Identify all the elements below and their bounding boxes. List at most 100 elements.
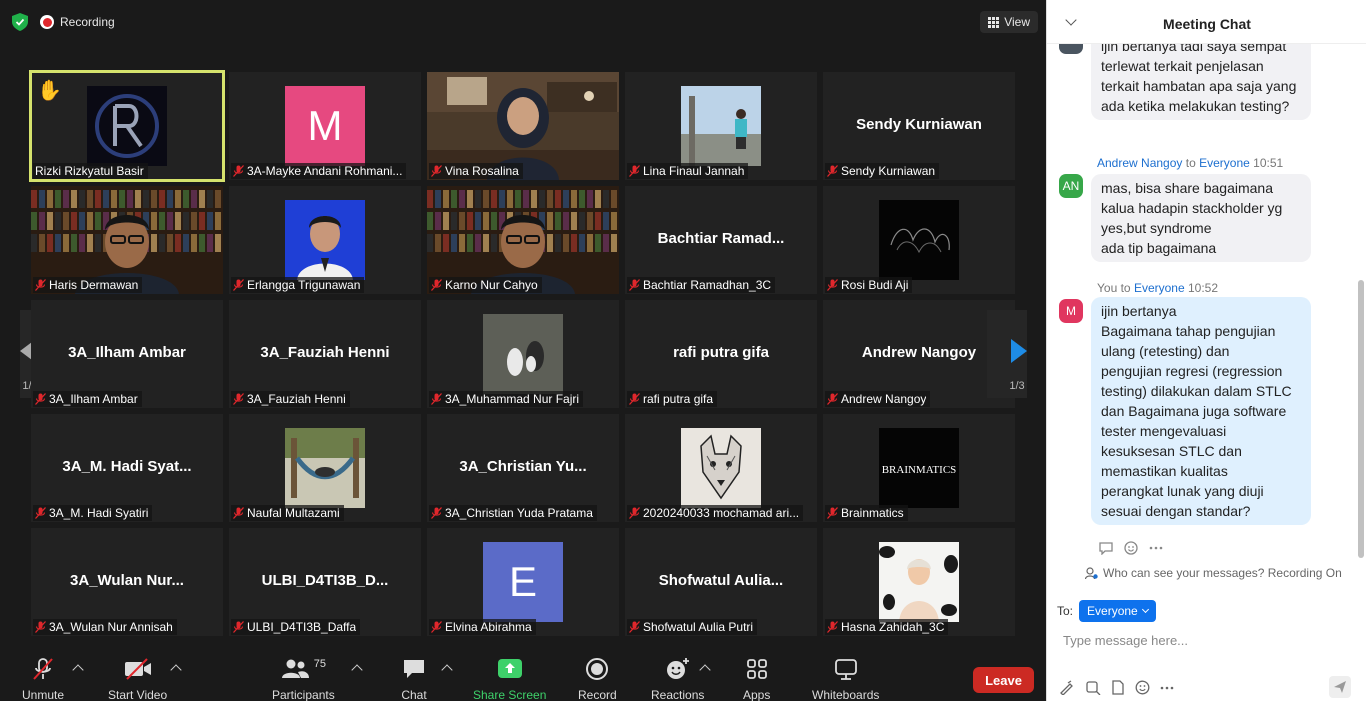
participant-name: Hasna Zahidah_3C [841,620,945,634]
participant-tile[interactable]: 3A_Christian Yu... 3A_Christian Yuda Prat… [427,414,619,522]
reactions-button[interactable]: Reactions [651,656,704,701]
participant-name: 3A_Christian Yuda Pratama [445,506,593,520]
participant-tile[interactable]: Shofwatul Aulia... Shofwatul Aulia Putri [625,528,817,636]
participant-tile[interactable]: M 3A-Mayke Andani Rohmani... [229,72,421,180]
chat-message-bubble[interactable]: mas, bisa share bagaimana kalua hadapin … [1091,174,1311,262]
participant-tile[interactable]: 3A_Wulan Nur... 3A_Wulan Nur Annisah [31,528,223,636]
participant-name: Shofwatul Aulia Putri [643,620,754,634]
emoji-icon[interactable] [1135,680,1150,698]
participant-name: Haris Dermawan [49,278,139,292]
who-can-see-link[interactable]: Who can see your messages? Recording On [1085,566,1342,580]
recording-indicator[interactable]: Recording [40,12,115,32]
chat-message-bubble[interactable]: ijin bertanya Bagaimana tahap pengujian … [1091,297,1311,525]
participant-tile[interactable]: ✋ Rizki Rizkyatul Basir [29,70,225,182]
microphone-muted-icon [431,165,442,177]
start-video-button[interactable]: Start Video [108,656,167,701]
chat-message-meta: You to Everyone 10:52 [1097,281,1218,295]
participant-tile[interactable]: Bachtiar Ramad... Bachtiar Ramadhan_3C [625,186,817,294]
chat-time: 10:52 [1188,281,1219,295]
apps-button[interactable]: Apps [743,656,770,701]
format-text-icon[interactable] [1059,680,1075,698]
participant-name-label: Sendy Kurniawan [825,163,940,179]
record-button[interactable]: Record [578,656,617,701]
send-button[interactable] [1329,676,1351,698]
participant-name-label: 3A_Wulan Nur Annisah [33,619,177,635]
share-screen-button[interactable]: Share Screen [473,656,546,701]
participant-tile[interactable]: E Elvina Abirahma [427,528,619,636]
reply-icon[interactable] [1099,541,1114,558]
participant-tile[interactable]: 3A_M. Hadi Syat... 3A_M. Hadi Syatiri [31,414,223,522]
participant-tile[interactable]: ULBI_D4TI3B_D... ULBI_D4TI3B_Daffa [229,528,421,636]
participant-tile[interactable]: Sendy Kurniawan Sendy Kurniawan [823,72,1015,180]
chat-scrollbar[interactable] [1358,48,1364,560]
unmute-button[interactable]: Unmute [22,656,64,701]
microphone-muted-icon [233,279,244,291]
participant-tile[interactable]: Vina Rosalina [427,72,619,180]
chat-sender[interactable]: Andrew Nangoy [1097,156,1182,170]
microphone-muted-icon [35,279,46,291]
microphone-muted-icon [31,656,55,682]
chat-options-caret[interactable] [441,664,453,676]
participant-name-label: Karno Nur Cahyo [429,277,542,293]
shield-icon[interactable] [12,13,28,31]
start-video-label: Start Video [108,688,168,701]
chat-time: 10:51 [1253,156,1284,170]
chat-message-input[interactable] [1063,630,1353,650]
participant-tile[interactable]: Lina Finaul Jannah [625,72,817,180]
leave-button[interactable]: Leave [973,667,1034,693]
recipient-dropdown[interactable]: Everyone [1079,600,1156,622]
participants-options-caret[interactable] [351,664,363,676]
participant-tile[interactable]: Hasna Zahidah_3C [823,528,1015,636]
participant-name: Naufal Multazami [247,506,340,520]
video-options-caret[interactable] [170,664,182,676]
participant-tile[interactable]: Naufal Multazami [229,414,421,522]
next-page-button[interactable]: 1/3 [987,310,1027,398]
chat-sender: You [1097,281,1118,295]
chat-recipient[interactable]: Everyone [1134,281,1185,295]
participant-tile[interactable]: Erlangga Trigunawan [229,186,421,294]
participant-tile[interactable]: Karno Nur Cahyo [427,186,619,294]
recording-dot-icon [40,15,54,29]
arrow-right-icon [1011,339,1027,363]
participant-name: Lina Finaul Jannah [643,164,745,178]
participant-name: 3A_M. Hadi Syatiri [49,506,149,520]
chat-button[interactable]: Chat [401,656,427,701]
participant-name-label: Lina Finaul Jannah [627,163,749,179]
participant-tile[interactable]: 3A_Ilham Ambar 3A_Ilham Ambar [31,300,223,408]
more-options-icon[interactable] [1149,541,1163,558]
chat-message-line: kesuksesan STLC dan [1101,443,1242,459]
audio-options-caret[interactable] [72,664,84,676]
smiley-plus-icon [665,656,691,682]
more-options-icon[interactable] [1160,680,1174,698]
whiteboards-button[interactable]: Whiteboards [812,656,879,701]
microphone-muted-icon [233,507,244,519]
participant-avatar: E [483,542,563,622]
chat-message-line: Bagaimana tahap pengujian [1101,323,1276,339]
chat-recipient[interactable]: Everyone [1199,156,1250,170]
chat-message-line: ulang (retesting) dan [1101,343,1230,359]
participant-tile[interactable]: BRAINMATICS Brainmatics [823,414,1015,522]
scrollbar-thumb[interactable] [1358,280,1364,558]
participant-name-label: Elvina Abirahma [429,619,536,635]
participant-name: Erlangga Trigunawan [247,278,361,292]
participant-name-label: Haris Dermawan [33,277,143,293]
chat-message-line: yes,but syndrome [1101,220,1212,236]
participants-button[interactable]: 75 Participants [272,656,335,701]
participant-tile[interactable]: 3A_Fauziah Henni 3A_Fauziah Henni [229,300,421,408]
add-reaction-icon[interactable] [1124,541,1139,558]
participant-tile[interactable]: 2020240033 mochamad ari... [625,414,817,522]
file-icon[interactable] [1111,680,1125,698]
participant-display-name: Bachtiar Ramad... [657,230,785,247]
chat-message-bubble[interactable]: ijin bertanya tadi saya sempat terlewat … [1091,44,1311,120]
screenshot-icon[interactable] [1085,680,1101,698]
participant-tile[interactable]: rafi putra gifa rafi putra gifa [625,300,817,408]
chevron-down-icon [1141,605,1149,614]
participant-tile[interactable]: Rosi Budi Aji [823,186,1015,294]
send-icon [1334,681,1346,693]
participant-tile[interactable]: 3A_Muhammad Nur Fajri [427,300,619,408]
view-button[interactable]: View [980,11,1038,33]
participant-name: 3A_Wulan Nur Annisah [49,620,173,634]
participant-display-name: Shofwatul Aulia... [658,572,784,589]
participant-tile[interactable]: Haris Dermawan [31,186,223,294]
chat-message-line: perangkat lunak yang diuji [1101,483,1264,499]
